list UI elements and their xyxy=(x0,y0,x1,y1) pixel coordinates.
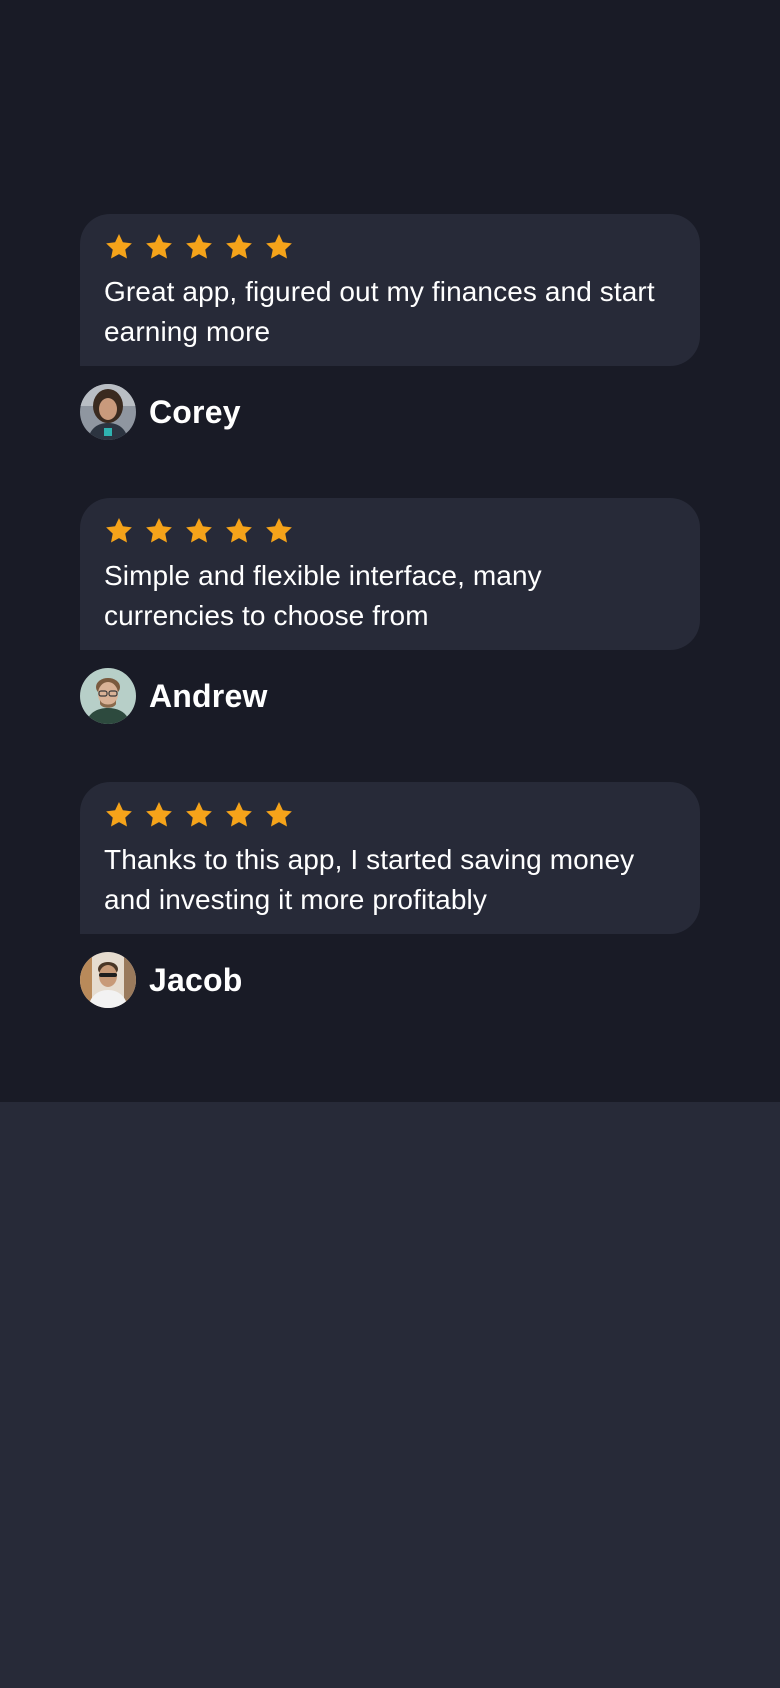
review-card: Thanks to this app, I started saving mon… xyxy=(80,782,700,1008)
star-icon xyxy=(184,800,214,830)
star-rating xyxy=(104,516,676,546)
footer-area xyxy=(0,1102,780,1688)
star-icon xyxy=(224,516,254,546)
review-card: Simple and flexible interface, many curr… xyxy=(80,498,700,724)
avatar xyxy=(80,952,136,1008)
review-bubble: Great app, figured out my finances and s… xyxy=(80,214,700,366)
star-icon xyxy=(224,232,254,262)
star-icon xyxy=(144,516,174,546)
star-icon xyxy=(184,516,214,546)
star-icon xyxy=(104,800,134,830)
star-icon xyxy=(104,516,134,546)
review-bubble: Simple and flexible interface, many curr… xyxy=(80,498,700,650)
star-icon xyxy=(144,800,174,830)
star-icon xyxy=(224,800,254,830)
star-icon xyxy=(104,232,134,262)
star-rating xyxy=(104,232,676,262)
star-icon xyxy=(264,232,294,262)
review-card: Great app, figured out my finances and s… xyxy=(80,214,700,440)
author-name: Andrew xyxy=(149,677,268,714)
review-author: Jacob xyxy=(80,952,700,1008)
star-icon xyxy=(184,232,214,262)
review-text: Thanks to this app, I started saving mon… xyxy=(104,844,635,915)
review-text: Great app, figured out my finances and s… xyxy=(104,276,655,347)
reviews-section: Great app, figured out my finances and s… xyxy=(0,0,780,1102)
review-text: Simple and flexible interface, many curr… xyxy=(104,560,542,631)
avatar xyxy=(80,668,136,724)
star-rating xyxy=(104,800,676,830)
star-icon xyxy=(264,516,294,546)
author-name: Jacob xyxy=(149,961,243,998)
review-bubble: Thanks to this app, I started saving mon… xyxy=(80,782,700,934)
review-author: Corey xyxy=(80,384,700,440)
star-icon xyxy=(264,800,294,830)
avatar xyxy=(80,384,136,440)
author-name: Corey xyxy=(149,393,241,430)
star-icon xyxy=(144,232,174,262)
review-author: Andrew xyxy=(80,668,700,724)
